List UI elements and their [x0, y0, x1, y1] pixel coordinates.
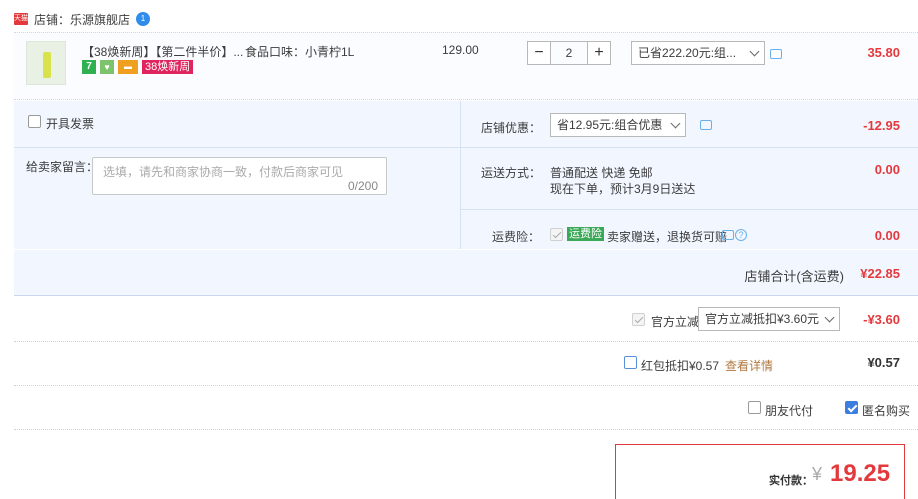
message-label: 给卖家留言：: [26, 160, 99, 174]
payment-label: 实付款：: [769, 475, 813, 487]
promo-38-badge: 38焕新周: [142, 60, 194, 74]
help-icon[interactable]: ?: [735, 229, 747, 241]
divider: [14, 341, 918, 342]
delivery-label: 运送方式：: [481, 166, 542, 180]
delivery-method: 普通配送 快递 免邮: [550, 166, 653, 180]
promo-info-icon[interactable]: [770, 49, 782, 59]
seven-day-return-icon: 7: [82, 60, 96, 74]
red-packet-amount: ¥0.57: [867, 355, 900, 370]
discount-info-icon[interactable]: [700, 120, 712, 130]
product-sku: 食品口味：小青柠1L: [245, 45, 355, 59]
insurance-checkbox: [550, 228, 563, 241]
subtotal-amount: ¥22.85: [860, 266, 900, 281]
shop-name-link[interactable]: 店铺：乐源旗舰店: [34, 11, 130, 28]
item-total-price: 35.80: [867, 45, 900, 60]
insurance-label: 运费险：: [492, 230, 541, 244]
tmall-badge-icon: 天猫: [14, 13, 28, 25]
insurance-chat-icon[interactable]: [722, 230, 734, 240]
invoice-checkbox[interactable]: [28, 115, 41, 128]
shop-header: 天猫 店铺：乐源旗舰店 1: [14, 10, 151, 28]
insurance-tag: 运费险: [567, 227, 604, 241]
payment-amount: 19.25: [830, 460, 891, 487]
official-discount-amount: -¥3.60: [863, 312, 900, 327]
product-title-link[interactable]: 【38焕新周】【第二件半价】...: [82, 43, 243, 60]
anonymous-purchase-checkbox[interactable]: [845, 401, 858, 414]
delivery-estimate: 现在下单，预计3月9日送达: [550, 182, 696, 196]
anonymous-purchase-label: 匿名购买: [862, 404, 911, 418]
friend-pay-checkbox[interactable]: [748, 401, 761, 414]
chevron-down-icon: [824, 312, 835, 323]
shop-discount-select[interactable]: 省12.95元:组合优惠: [550, 113, 686, 137]
insurance-amount: 0.00: [874, 228, 900, 243]
shop-discount-label: 店铺优惠：: [481, 121, 542, 135]
chevron-down-icon: [670, 118, 681, 129]
product-badges: 7 ♥ ▬ 38焕新周: [82, 60, 194, 74]
quantity-input[interactable]: 2: [551, 41, 587, 65]
delivery-amount: 0.00: [874, 162, 900, 177]
order-details-panel: 开具发票 给卖家留言： 选填，请先和商家协商一致，付款后商家可见 0/200 店…: [14, 101, 918, 249]
message-char-count: 0/200: [347, 179, 378, 193]
divider: [14, 429, 918, 430]
divider: [14, 147, 460, 148]
divider: [14, 385, 918, 386]
shop-subtotal-bar: 店铺合计(含运费) ¥22.85: [14, 250, 918, 296]
divider: [461, 147, 918, 148]
shop-discount-amount: -12.95: [863, 118, 900, 133]
card-payment-icon: ▬: [118, 60, 138, 74]
product-thumbnail[interactable]: [26, 41, 66, 85]
quantity-stepper: − 2 +: [527, 41, 611, 65]
order-item-row: 【38焕新周】【第二件半价】... 7 ♥ ▬ 38焕新周 食品口味：小青柠1L…: [14, 32, 918, 100]
item-promo-select[interactable]: 已省222.20元:组...: [631, 41, 765, 65]
wangwang-chat-icon[interactable]: 1: [136, 12, 151, 26]
red-packet-checkbox[interactable]: [624, 356, 637, 369]
item-promo-value: 已省222.20元:组...: [638, 46, 737, 60]
chevron-down-icon: [749, 46, 760, 57]
insurance-text: 卖家赠送，退换货可赔: [607, 230, 728, 244]
divider: [461, 209, 918, 210]
quantity-minus-button[interactable]: −: [527, 41, 551, 65]
seller-message-input[interactable]: 选填，请先和商家协商一致，付款后商家可见 0/200: [92, 157, 387, 195]
payment-currency: ¥: [812, 464, 823, 484]
red-packet-label: 红包抵扣¥0.57: [641, 359, 720, 373]
official-discount-select[interactable]: 官方立减抵扣¥3.60元: [698, 307, 840, 331]
quantity-plus-button[interactable]: +: [587, 41, 611, 65]
friend-pay-label: 朋友代付: [765, 404, 814, 418]
unit-price: 129.00: [442, 43, 479, 57]
payment-summary-box: 实付款： ¥ 19.25: [615, 444, 905, 499]
subtotal-label: 店铺合计(含运费): [744, 269, 844, 284]
red-packet-details-link[interactable]: 查看详情: [725, 357, 773, 374]
official-discount-value: 官方立减抵扣¥3.60元: [705, 312, 820, 326]
shop-discount-value: 省12.95元:组合优惠: [557, 118, 663, 132]
divider: [460, 101, 461, 249]
message-placeholder: 选填，请先和商家协商一致，付款后商家可见: [103, 165, 344, 179]
gift-icon: ♥: [100, 60, 114, 74]
invoice-label: 开具发票: [46, 117, 95, 131]
official-discount-label: 官方立减: [651, 315, 700, 329]
official-discount-checkbox: [632, 313, 645, 326]
